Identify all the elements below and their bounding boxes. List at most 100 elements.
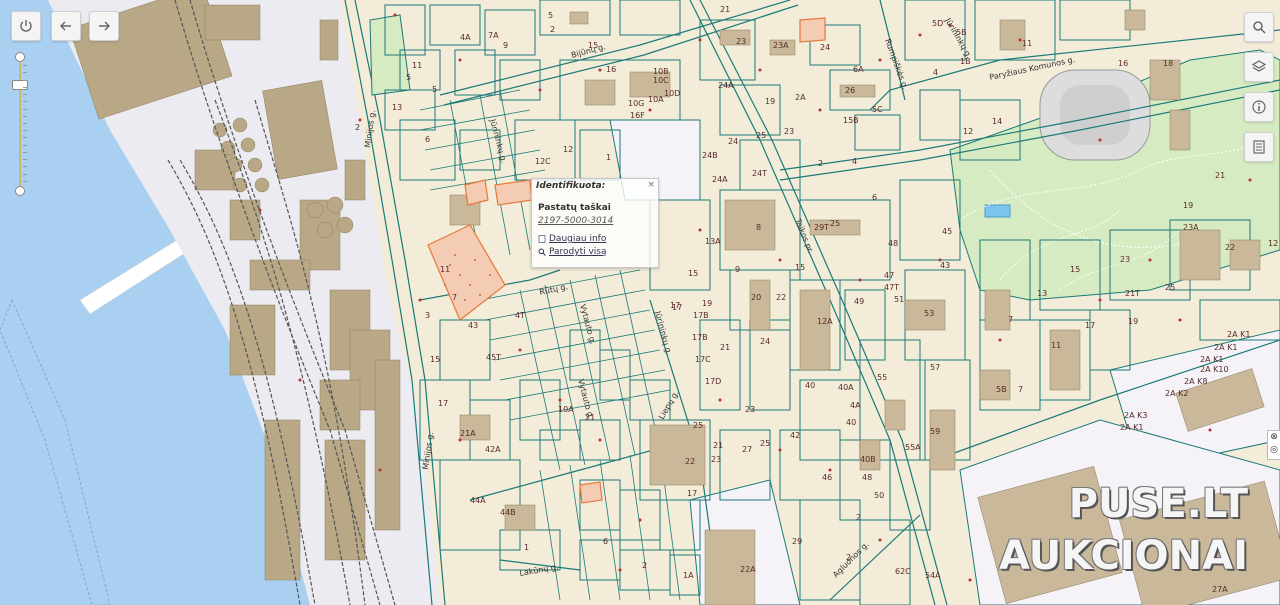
svg-text:24A: 24A [718,81,734,90]
zoom-thumb[interactable] [12,80,28,90]
svg-text:46: 46 [822,473,832,482]
popup-object-id[interactable]: 2197-5000-3014 [538,216,613,226]
svg-text:10C: 10C [653,76,669,85]
target-icon[interactable]: ◎ [1268,444,1280,457]
svg-text:12: 12 [1268,239,1278,248]
svg-text:2A K3: 2A K3 [1124,411,1147,420]
svg-text:12: 12 [563,145,573,154]
svg-text:19: 19 [702,299,712,308]
svg-text:2A K1: 2A K1 [1214,343,1237,352]
zoom-tick [23,123,27,124]
svg-text:5D: 5D [932,19,943,28]
zoom-track [19,58,21,188]
svg-text:1: 1 [524,543,529,552]
arrow-left-icon [60,21,71,31]
svg-text:17D: 17D [705,377,721,386]
svg-text:11: 11 [1022,39,1032,48]
svg-text:48: 48 [862,473,872,482]
magnifier-icon [538,248,546,256]
more-info-link[interactable]: Daugiau info [538,234,606,244]
svg-text:4T: 4T [515,311,525,320]
svg-text:10A: 10A [558,405,574,414]
svg-text:15: 15 [1070,265,1080,274]
power-icon [20,20,32,32]
svg-text:2: 2 [642,561,647,570]
svg-text:23: 23 [1120,255,1130,264]
svg-text:11: 11 [412,61,422,70]
svg-text:24T: 24T [752,169,767,178]
svg-text:21: 21 [713,441,723,450]
svg-text:55: 55 [877,373,887,382]
svg-text:24B: 24B [702,151,718,160]
svg-text:13: 13 [392,103,402,112]
svg-text:6: 6 [872,193,877,202]
svg-text:2: 2 [550,25,555,34]
watermark-line-1: PUSE.LT [1068,481,1248,527]
layers-icon [1251,60,1267,72]
edge-widget[interactable]: ⊗ ◎ [1267,430,1280,460]
svg-text:17C: 17C [695,355,711,364]
svg-text:1: 1 [606,153,611,162]
svg-text:2: 2 [856,513,861,522]
svg-text:21: 21 [720,5,730,14]
svg-text:1A: 1A [683,571,694,580]
svg-text:22A: 22A [740,565,756,574]
svg-text:21: 21 [1215,171,1225,180]
info-icon [1252,100,1266,114]
svg-text:6: 6 [425,135,430,144]
svg-text:17B: 17B [692,333,708,342]
search-button[interactable] [1244,12,1274,42]
zoom-in-end[interactable] [15,52,25,62]
svg-text:47: 47 [884,271,894,280]
document-list-button[interactable] [1244,132,1274,162]
show-all-link[interactable]: Parodyti visą [538,247,607,257]
svg-text:2A: 2A [795,93,806,102]
watermark-line-2: AUKCIONAI [999,533,1248,579]
identify-popup: Identifikuota: × Pastatų taškai 2197-500… [531,178,659,268]
svg-text:15: 15 [430,355,440,364]
svg-text:3: 3 [425,311,430,320]
zoom-out-end[interactable] [15,186,25,196]
svg-text:51: 51 [894,295,904,304]
svg-text:45T: 45T [486,353,501,362]
search-icon [1253,21,1266,34]
svg-text:8: 8 [756,223,761,232]
popup-title: Identifikuota: [536,181,606,191]
zoom-tick [23,101,27,103]
svg-text:17: 17 [438,399,448,408]
info-button[interactable] [1244,92,1274,122]
zoom-tick [23,180,27,182]
more-info-label: Daugiau info [549,234,607,244]
svg-text:12: 12 [963,127,973,136]
zoom-tick [23,151,27,153]
close-circle-icon[interactable]: ⊗ [1268,431,1280,444]
svg-text:25: 25 [760,439,770,448]
close-icon[interactable]: × [647,180,655,190]
layers-button[interactable] [1244,52,1274,82]
svg-text:10B: 10B [653,67,669,76]
svg-text:22: 22 [776,293,786,302]
svg-text:19: 19 [1128,317,1138,326]
svg-text:21A: 21A [460,429,476,438]
back-button[interactable] [51,11,81,41]
svg-text:5B: 5B [996,385,1007,394]
zoom-slider[interactable] [12,52,28,196]
svg-text:23: 23 [745,405,755,414]
svg-text:17: 17 [1085,321,1095,330]
svg-text:20: 20 [751,293,761,302]
svg-text:7A: 7A [488,31,499,40]
svg-text:19: 19 [1183,201,1193,210]
svg-text:26: 26 [845,86,855,95]
svg-text:24: 24 [760,337,770,346]
svg-text:48: 48 [888,239,898,248]
svg-text:42A: 42A [485,445,501,454]
svg-text:55A: 55A [905,443,921,452]
svg-text:45: 45 [942,227,952,236]
svg-text:5: 5 [406,73,411,82]
power-button[interactable] [11,11,41,41]
forward-button[interactable] [89,11,119,41]
svg-text:25: 25 [1165,283,1175,292]
zoom-tick [23,86,27,88]
svg-text:53: 53 [924,309,934,318]
svg-text:7: 7 [1018,385,1023,394]
